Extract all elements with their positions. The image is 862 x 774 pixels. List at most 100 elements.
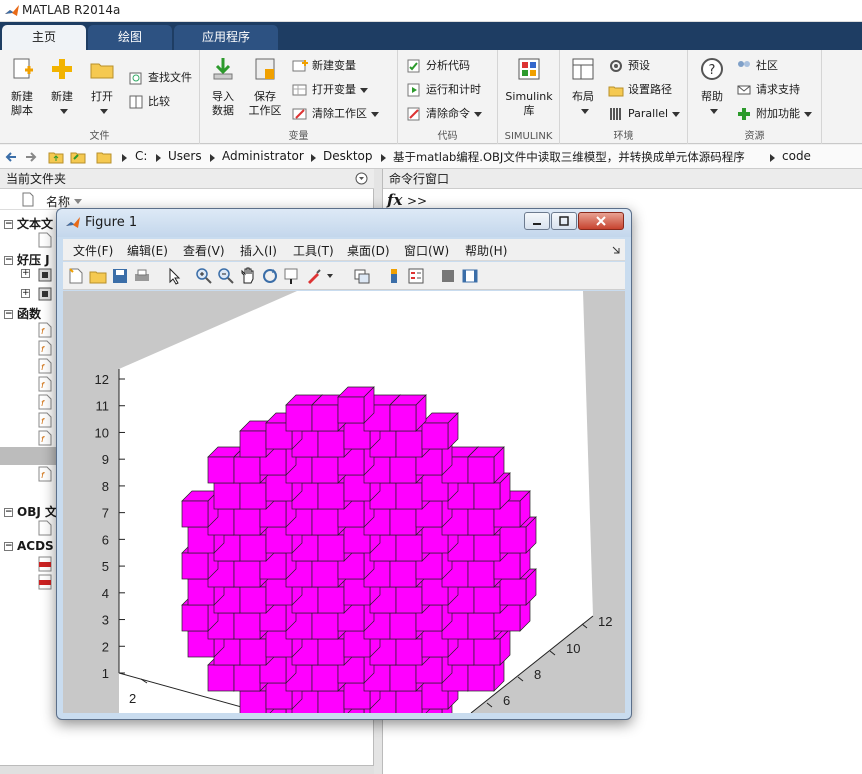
rotate-3d-icon[interactable]: [261, 267, 279, 285]
tree-group-label: 好压 J: [17, 253, 50, 267]
function-file-icon[interactable]: f: [38, 394, 52, 410]
preferences-button[interactable]: 预设: [608, 56, 650, 76]
tab-apps[interactable]: 应用程序: [174, 25, 278, 50]
function-file-icon[interactable]: f: [38, 358, 52, 374]
voxel-plot[interactable]: 1234567891011122 681012: [63, 291, 625, 713]
archive-file-icon[interactable]: [38, 286, 52, 302]
open-file-icon[interactable]: [89, 267, 107, 285]
expand-icon[interactable]: +: [21, 269, 30, 278]
open-variable-button[interactable]: 打开变量: [292, 80, 368, 100]
parallel-button[interactable]: Parallel: [608, 104, 681, 124]
tree-group[interactable]: − 文本文: [4, 215, 53, 232]
function-file-icon[interactable]: f: [38, 376, 52, 392]
analyze-code-button[interactable]: 分析代码: [406, 56, 470, 76]
find-files-button[interactable]: 查找文件: [128, 68, 192, 88]
close-button[interactable]: [578, 212, 624, 230]
breadcrumb-item[interactable]: C:: [135, 149, 147, 163]
up-folder-icon[interactable]: [48, 149, 64, 165]
save-workspace-button[interactable]: 保存 工作区: [245, 56, 285, 118]
function-file-icon[interactable]: f: [38, 340, 52, 356]
tree-group[interactable]: − ACDS: [4, 539, 54, 553]
figure-canvas[interactable]: 1 2 3 4 5 6 7 8 9 10 11 12 2 6 8 10 12: [63, 291, 625, 713]
simulink-library-button[interactable]: Simulink 库: [504, 56, 554, 118]
import-data-button[interactable]: 导入 数据: [203, 56, 243, 118]
data-cursor-icon[interactable]: [283, 267, 301, 285]
zoom-in-icon[interactable]: [195, 267, 213, 285]
legend-icon[interactable]: [407, 267, 425, 285]
function-file-icon[interactable]: f: [38, 430, 52, 446]
menu-insert[interactable]: 插入(I): [240, 242, 277, 259]
panel-menu-icon[interactable]: [355, 172, 368, 185]
address-bar: C: Users Administrator Desktop 基于matlab编…: [0, 145, 862, 169]
clear-workspace-button[interactable]: 清除工作区: [292, 104, 379, 124]
tree-group[interactable]: − OBJ 文: [4, 503, 57, 520]
breadcrumb-item[interactable]: 基于matlab编程.OBJ文件中读取三维模型，并转换成单元体源码程序: [393, 149, 745, 165]
layout-button[interactable]: 布局: [563, 56, 603, 118]
community-button[interactable]: 社区: [736, 56, 778, 76]
file-icon[interactable]: [38, 520, 52, 536]
figure-window[interactable]: Figure 1 文件(F) 编辑(E) 查看(V) 插入(I) 工具(T) 桌…: [56, 208, 632, 720]
tree-group[interactable]: − 好压 J: [4, 251, 50, 268]
request-support-button[interactable]: 请求支持: [736, 80, 800, 100]
open-button[interactable]: 打开: [82, 56, 122, 118]
tree-group[interactable]: − 函数: [4, 305, 41, 322]
file-icon[interactable]: [38, 232, 52, 248]
link-plot-icon[interactable]: [353, 267, 371, 285]
breadcrumb-item[interactable]: Administrator: [222, 149, 304, 163]
tab-home[interactable]: 主页: [2, 25, 86, 50]
maximize-button[interactable]: [551, 212, 577, 230]
menu-tools[interactable]: 工具(T): [293, 242, 334, 259]
menu-edit[interactable]: 编辑(E): [127, 242, 168, 259]
menu-view[interactable]: 查看(V): [183, 242, 225, 259]
pan-hand-icon[interactable]: [239, 267, 257, 285]
menu-desktop[interactable]: 桌面(D): [347, 242, 390, 259]
set-path-button[interactable]: 设置路径: [608, 80, 672, 100]
help-button[interactable]: ? 帮助: [692, 56, 732, 118]
menu-file[interactable]: 文件(F): [73, 242, 113, 259]
show-plot-tools-icon[interactable]: [461, 267, 479, 285]
brush-dropdown-icon[interactable]: [327, 274, 333, 278]
command-prompt[interactable]: >>: [407, 194, 427, 208]
function-file-icon[interactable]: f: [38, 466, 52, 482]
save-icon[interactable]: [111, 267, 129, 285]
new-variable-button[interactable]: 新建变量: [292, 56, 356, 76]
run-and-time-button[interactable]: 运行和计时: [406, 80, 481, 100]
hide-plot-tools-icon[interactable]: [439, 267, 457, 285]
print-icon[interactable]: [133, 267, 151, 285]
open-variable-dropdown-icon: [360, 87, 368, 93]
png-file-icon[interactable]: [38, 556, 52, 572]
select-pointer-icon[interactable]: [165, 267, 183, 285]
menu-help[interactable]: 帮助(H): [465, 242, 507, 259]
matlab-logo-icon: [5, 5, 19, 16]
clear-commands-button[interactable]: 清除命令: [406, 104, 482, 124]
figure-titlebar[interactable]: Figure 1: [57, 209, 631, 237]
breadcrumb-item[interactable]: Desktop: [323, 149, 373, 163]
minimize-button[interactable]: [524, 212, 550, 230]
browse-folder-icon[interactable]: [70, 149, 86, 165]
tab-plots[interactable]: 绘图: [88, 25, 172, 50]
brush-icon[interactable]: [305, 267, 323, 285]
menu-window[interactable]: 窗口(W): [404, 242, 449, 259]
expand-icon[interactable]: +: [21, 289, 30, 298]
function-file-icon[interactable]: f: [38, 322, 52, 338]
png-file-icon[interactable]: [38, 574, 52, 590]
compare-button[interactable]: 比较: [128, 92, 170, 112]
forward-arrow-icon[interactable]: [24, 150, 38, 164]
back-arrow-icon[interactable]: [4, 150, 18, 164]
breadcrumb-item[interactable]: code: [782, 149, 811, 163]
voxel: [389, 394, 427, 432]
new-script-button[interactable]: 新建 脚本: [2, 56, 42, 118]
new-figure-icon[interactable]: [67, 267, 85, 285]
zoom-out-icon[interactable]: [217, 267, 235, 285]
fx-icon[interactable]: fx: [387, 191, 402, 209]
ribbon-section-variable: 导入 数据 保存 工作区 新建变量 打开变量 清除工作区 变量: [200, 50, 398, 144]
current-folder-title: 当前文件夹: [6, 172, 67, 186]
dock-arrow-icon[interactable]: [611, 245, 621, 255]
archive-file-icon[interactable]: [38, 267, 52, 283]
new-button[interactable]: 新建: [42, 56, 82, 118]
addons-button[interactable]: 附加功能: [736, 104, 812, 124]
y-tick-label: 10: [566, 641, 580, 656]
breadcrumb-item[interactable]: Users: [168, 149, 202, 163]
function-file-icon[interactable]: f: [38, 412, 52, 428]
colorbar-icon[interactable]: [385, 267, 403, 285]
